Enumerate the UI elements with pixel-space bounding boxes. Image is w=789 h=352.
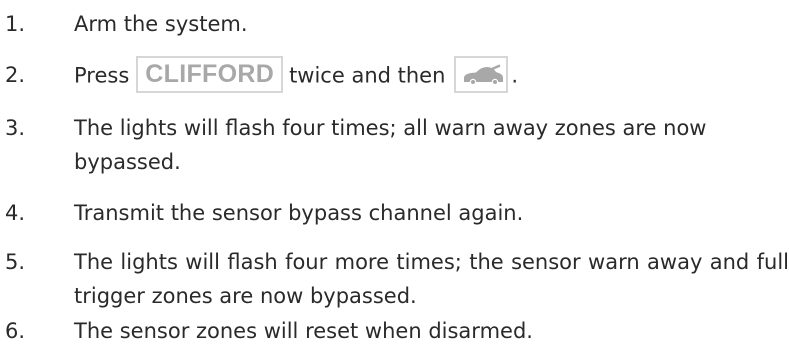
step-text: Press CLIFFORD twice and then. <box>74 56 789 95</box>
step-number: 4. <box>5 201 26 225</box>
car-lock-icon <box>464 64 504 85</box>
car-lock-button-graphic <box>454 56 509 93</box>
step-number: 5. <box>5 250 26 274</box>
step-text: Transmit the sensor bypass channel again… <box>74 201 524 225</box>
step-text-press: Press <box>74 63 130 88</box>
clifford-button-graphic: CLIFFORD <box>136 56 284 93</box>
step-text: The sensor zones will reset when disarme… <box>74 319 533 343</box>
step-number: 1. <box>5 12 26 36</box>
step-text-period: . <box>511 63 519 88</box>
step-text: The lights will flash four more times; t… <box>74 250 789 308</box>
step-number: 6. <box>5 319 26 343</box>
step-text-twice: twice and then <box>289 63 446 88</box>
step-number: 2. <box>5 63 26 87</box>
step-text: The lights will flash four times; all wa… <box>74 116 707 174</box>
step-text: Arm the system. <box>74 12 248 36</box>
step-number: 3. <box>5 116 26 140</box>
